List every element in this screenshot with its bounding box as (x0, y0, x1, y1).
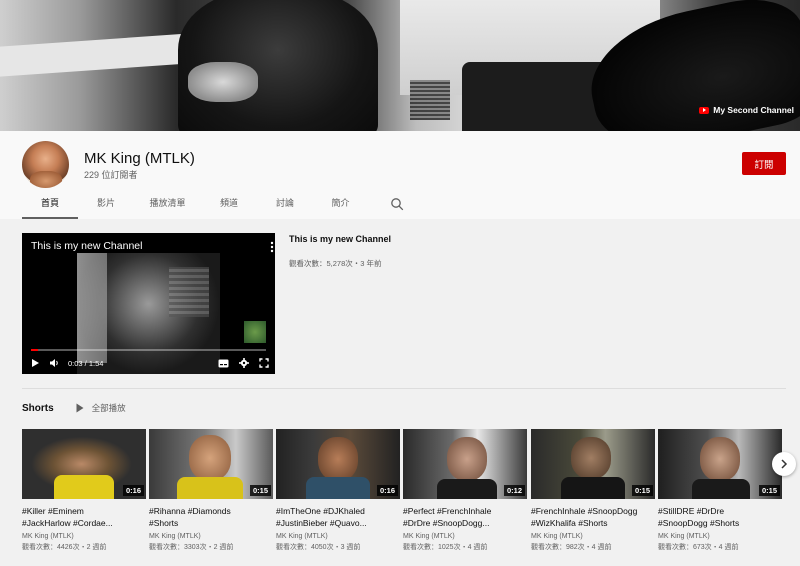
section-divider (22, 388, 786, 389)
featured-video-title[interactable]: This is my new Channel (289, 234, 391, 244)
search-icon[interactable] (390, 197, 404, 211)
short-title[interactable]: #ImTheOne #DJKhaled #JustinBieber #Quavo… (276, 505, 400, 529)
short-thumbnail[interactable]: 0:16 (276, 429, 400, 499)
short-info: 觀看次數：673次・4 週前 (658, 544, 739, 551)
short-thumbnail[interactable]: 0:12 (403, 429, 527, 499)
short-info: 觀看次數：3303次・2 週前 (149, 544, 234, 551)
more-options-icon[interactable] (270, 241, 274, 253)
banner-channel-link[interactable]: My Second Channel (699, 105, 794, 115)
short-thumbnail[interactable]: 0:15 (531, 429, 655, 499)
duration-badge: 0:16 (376, 485, 398, 496)
shorts-section-title[interactable]: Shorts (22, 403, 54, 414)
channel-tabs: 首頁 影片 播放清單 頻道 討論 簡介 (22, 195, 368, 219)
short-channel[interactable]: MK King (MTLK) (403, 533, 527, 540)
shorts-shelf: 0:16 #Killer #Eminem #JackHarlow #Cordae… (22, 429, 786, 559)
tab-channels[interactable]: 頻道 (201, 195, 257, 219)
short-info: 觀看次數：982次・4 週前 (531, 544, 612, 551)
duration-badge: 0:12 (503, 485, 525, 496)
progress-bar[interactable] (31, 349, 266, 351)
featured-video-meta: This is my new Channel 觀看次數：5,278次・3 年前 (289, 234, 391, 269)
volume-icon[interactable] (49, 358, 60, 368)
duration-badge: 0:15 (758, 485, 780, 496)
short-card[interactable]: 0:16 #ImTheOne #DJKhaled #JustinBieber #… (276, 429, 400, 552)
short-card[interactable]: 0:15 #Rihanna #Diamonds #Shorts MK King … (149, 429, 273, 552)
youtube-logo-icon (699, 106, 710, 114)
channel-name: MK King (MTLK) (84, 150, 195, 167)
short-card[interactable]: 0:16 #Killer #Eminem #JackHarlow #Cordae… (22, 429, 146, 552)
play-all-icon (76, 403, 84, 413)
short-info: 觀看次數：1025次・4 週前 (403, 544, 488, 551)
player-title[interactable]: This is my new Channel (31, 240, 142, 252)
duration-badge: 0:15 (249, 485, 271, 496)
video-frame (77, 253, 220, 374)
banner-desk (0, 33, 190, 77)
settings-gear-icon[interactable] (239, 358, 249, 368)
avatar[interactable] (22, 141, 69, 188)
short-channel[interactable]: MK King (MTLK) (276, 533, 400, 540)
time-display: 0:03 / 1:54 (68, 358, 104, 368)
tab-home[interactable]: 首頁 (22, 195, 78, 219)
banner-link-label: My Second Channel (713, 105, 794, 115)
short-title[interactable]: #Perfect #FrenchInhale #DrDre #SnoopDogg… (403, 505, 527, 529)
play-all-label: 全部播放 (91, 403, 126, 413)
player-controls: 0:03 / 1:54 (31, 357, 269, 369)
short-thumbnail[interactable]: 0:16 (22, 429, 146, 499)
channel-banner: My Second Channel (0, 0, 800, 131)
player-controls-right (218, 358, 269, 368)
duration-badge: 0:15 (631, 485, 653, 496)
play-all-button[interactable]: 全部播放 (76, 402, 126, 414)
captions-icon[interactable] (218, 359, 229, 368)
banner-hands (188, 62, 258, 102)
play-icon[interactable] (31, 358, 40, 368)
featured-video-info: 觀看次數：5,278次・3 年前 (289, 259, 382, 268)
tab-playlists[interactable]: 播放清單 (134, 195, 201, 219)
short-thumbnail[interactable]: 0:15 (149, 429, 273, 499)
tab-discussion[interactable]: 討論 (257, 195, 313, 219)
subscribe-button[interactable]: 訂閱 (742, 152, 786, 175)
duration-badge: 0:16 (122, 485, 144, 496)
subscriber-count: 229 位訂閱者 (84, 170, 138, 180)
featured-video-player[interactable]: This is my new Channel 0:03 / 1:54 (22, 233, 275, 374)
short-card[interactable]: 0:15 #StillDRE #DrDre #SnoopDogg #Shorts… (658, 429, 782, 552)
short-card[interactable]: 0:15 #FrenchInhale #SnoopDogg #WizKhalif… (531, 429, 655, 552)
short-title[interactable]: #FrenchInhale #SnoopDogg #WizKhalifa #Sh… (531, 505, 655, 529)
short-thumbnail[interactable]: 0:15 (658, 429, 782, 499)
banner-texture (410, 80, 450, 120)
short-title[interactable]: #Rihanna #Diamonds #Shorts (149, 505, 273, 529)
tab-videos[interactable]: 影片 (78, 195, 134, 219)
chevron-right-icon (781, 459, 788, 469)
short-channel[interactable]: MK King (MTLK) (658, 533, 782, 540)
shelf-next-button[interactable] (772, 452, 796, 476)
tab-about[interactable]: 簡介 (313, 195, 368, 219)
short-channel[interactable]: MK King (MTLK) (22, 533, 146, 540)
shorts-header: Shorts 全部播放 (22, 402, 126, 414)
short-card[interactable]: 0:12 #Perfect #FrenchInhale #DrDre #Snoo… (403, 429, 527, 552)
short-channel[interactable]: MK King (MTLK) (531, 533, 655, 540)
short-info: 觀看次數：4050次・3 週前 (276, 544, 361, 551)
short-channel[interactable]: MK King (MTLK) (149, 533, 273, 540)
progress-fill (31, 349, 39, 351)
fullscreen-icon[interactable] (259, 358, 269, 368)
short-title[interactable]: #Killer #Eminem #JackHarlow #Cordae... (22, 505, 146, 529)
video-watermark (244, 321, 266, 343)
short-info: 觀看次數：4426次・2 週前 (22, 544, 107, 551)
short-title[interactable]: #StillDRE #DrDre #SnoopDogg #Shorts (658, 505, 782, 529)
